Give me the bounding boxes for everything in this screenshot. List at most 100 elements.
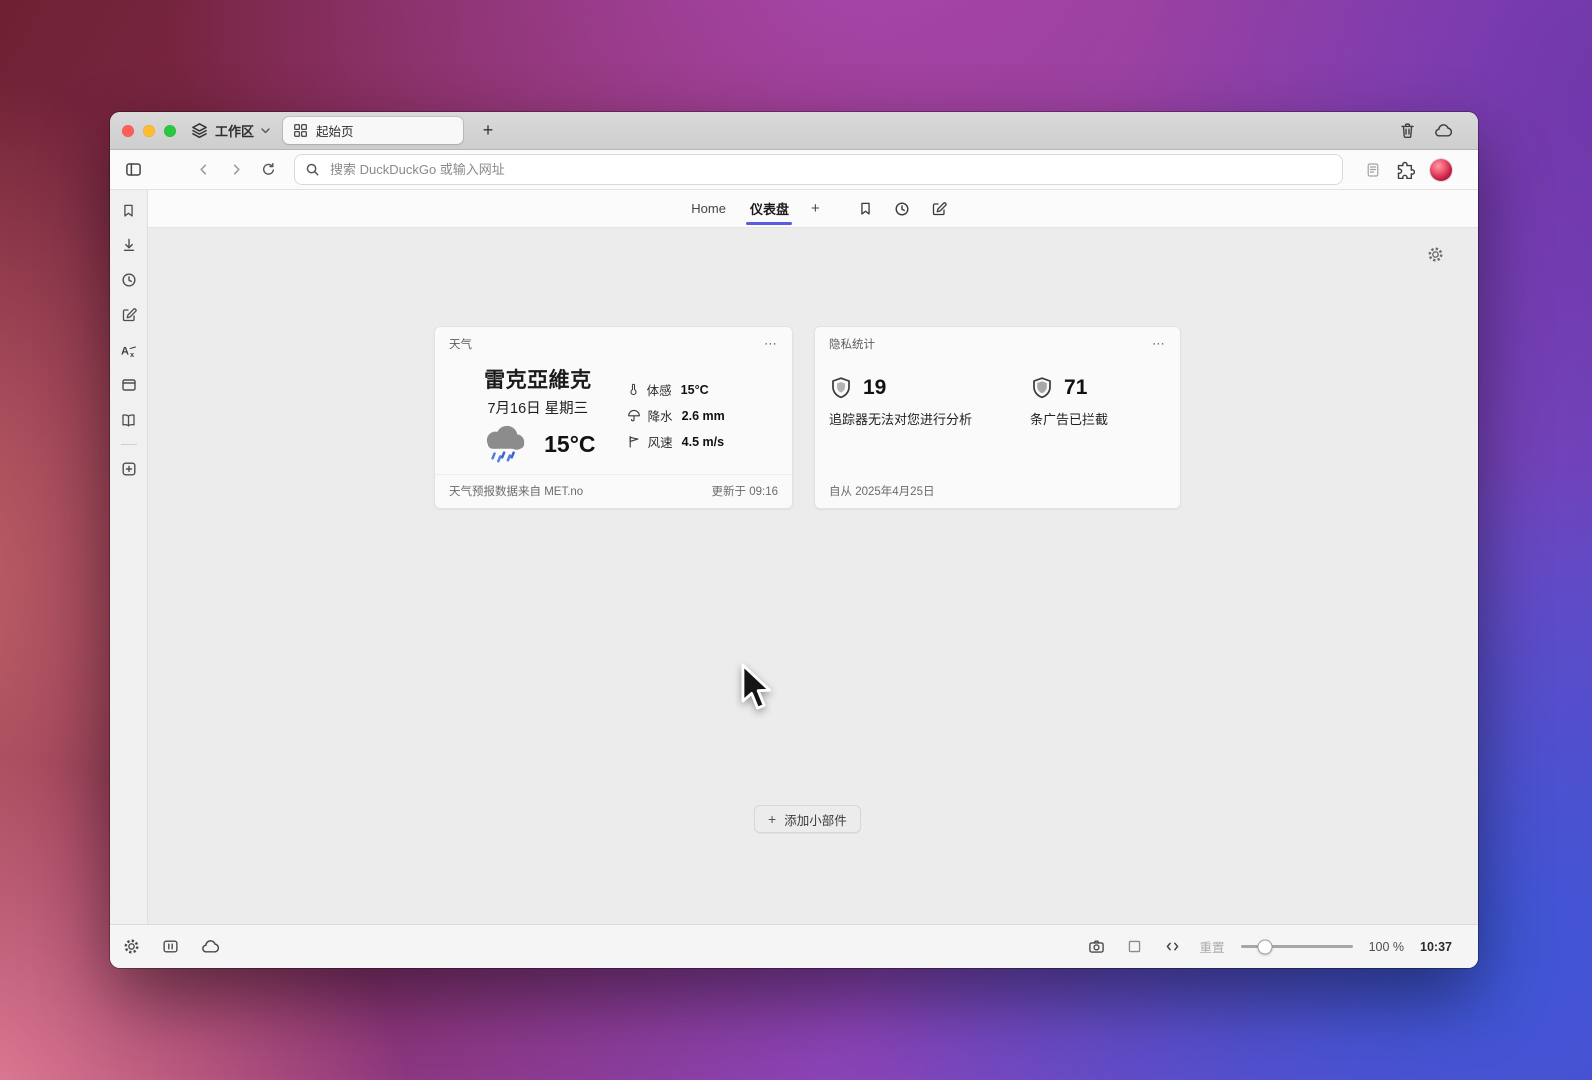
tab-start-page[interactable]: 起始页: [283, 117, 464, 144]
privacy-since: 自从 2025年4月25日: [829, 486, 935, 498]
ads-label: 条广告已拦截: [1030, 412, 1109, 427]
weather-detail-label: 体感: [646, 384, 672, 398]
new-tab-button[interactable]: +: [475, 118, 501, 144]
umbrella-icon: [627, 408, 641, 423]
add-panel-icon[interactable]: [120, 460, 138, 478]
trackers-label: 追踪器无法对您进行分析: [829, 412, 973, 427]
translate-icon[interactable]: A x: [120, 341, 138, 359]
chevron-down-icon: [261, 127, 270, 134]
history-clock-icon[interactable]: [120, 271, 138, 289]
search-icon: [305, 162, 320, 177]
trackers-stat: 19 追踪器无法对您进行分析: [829, 376, 972, 428]
bookmark-icon[interactable]: [858, 201, 873, 216]
code-icon[interactable]: [1162, 936, 1184, 958]
sidebar-divider: [120, 444, 137, 445]
left-sidebar: A x: [110, 190, 148, 924]
workspace-selector[interactable]: 工作区: [191, 121, 270, 140]
shield-icon: [1030, 376, 1054, 400]
split-view-icon[interactable]: [159, 936, 181, 958]
thermometer-icon: [627, 382, 640, 397]
privacy-stats-widget: 隐私统计 ⋯ 19 追踪器无法对您进行分析 71 条广告已拦截 自从 2025年…: [814, 326, 1181, 509]
trash-icon[interactable]: [1399, 122, 1416, 139]
bookmark-icon[interactable]: [120, 201, 138, 219]
reload-button[interactable]: [255, 157, 281, 183]
dashboard-canvas: 天气 ⋯ 雷克亞維克 7月16日 星期三 15°C 体感 15°C 降水 2.6…: [148, 228, 1478, 924]
window-panel-icon[interactable]: [120, 376, 138, 394]
zoom-level: 100 %: [1368, 939, 1405, 954]
add-dashboard-tab-button[interactable]: +: [801, 200, 830, 217]
shield-icon: [829, 376, 853, 400]
weather-updated: 更新于 09:16: [711, 486, 778, 498]
url-search-bar[interactable]: [294, 154, 1343, 185]
cloud-sync-icon[interactable]: [1433, 122, 1452, 139]
cloud-icon[interactable]: [198, 936, 220, 958]
weather-detail-value: 15°C: [680, 382, 709, 397]
startpage-tabbar: Home 仪表盘 +: [148, 190, 1478, 228]
forward-button[interactable]: [223, 157, 249, 183]
rain-cloud-icon: [480, 422, 532, 466]
zoom-slider[interactable]: [1240, 939, 1353, 954]
frame-select-icon[interactable]: [1124, 936, 1146, 958]
extensions-puzzle-icon[interactable]: [1396, 160, 1415, 179]
weather-detail-label: 风速: [647, 436, 673, 450]
back-button[interactable]: [190, 157, 216, 183]
weather-detail-label: 降水: [647, 410, 673, 424]
workspace-label: 工作区: [215, 124, 255, 139]
weather-detail-row: 风速 4.5 m/s: [627, 432, 778, 451]
weather-widget: 天气 ⋯ 雷克亞維克 7月16日 星期三 15°C 体感 15°C 降水 2.6…: [434, 326, 793, 509]
navigation-bar: [110, 150, 1478, 190]
tab-home[interactable]: Home: [679, 190, 738, 227]
download-icon[interactable]: [120, 236, 138, 254]
weather-city: 雷克亞維克: [484, 369, 592, 392]
grid-icon: [293, 123, 308, 138]
reader-book-icon[interactable]: [120, 411, 138, 429]
edit-pencil-icon[interactable]: [931, 201, 947, 217]
close-window-button[interactable]: [122, 124, 134, 137]
sidebar-toggle-icon[interactable]: [120, 157, 146, 183]
privacy-widget-menu-button[interactable]: ⋯: [1152, 337, 1166, 350]
weather-detail-value: 4.5 m/s: [681, 434, 725, 449]
ads-count: 71: [1064, 376, 1088, 399]
weather-detail-row: 降水 2.6 mm: [627, 406, 778, 425]
tab-dashboard-label: 仪表盘: [749, 202, 789, 217]
tab-title: 起始页: [316, 125, 354, 139]
desktop-background: 工作区 起始页 + 搜索 DuckDuckGo 或输入网址 A x Home 仪…: [0, 0, 1592, 1080]
account-avatar[interactable]: [1430, 158, 1452, 181]
status-bar: 重置 100 % 10:37: [110, 924, 1478, 968]
ads-stat: 71 条广告已拦截: [1030, 376, 1108, 428]
zoom-slider-knob[interactable]: [1257, 939, 1273, 954]
settings-gear-icon[interactable]: [120, 936, 142, 958]
active-tab-underline: [746, 222, 793, 225]
weather-source: 天气预报数据来自 MET.no: [449, 486, 584, 498]
screenshot-camera-icon[interactable]: [1086, 936, 1108, 958]
weather-detail-value: 2.6 mm: [681, 408, 725, 423]
add-widget-button[interactable]: + 添加小部件: [754, 805, 861, 833]
svg-text:A: A: [121, 345, 129, 357]
mouse-cursor: [739, 663, 773, 713]
weather-date: 7月16日 星期三: [487, 401, 589, 417]
plus-icon: +: [768, 811, 777, 827]
clock-time: 10:37: [1420, 939, 1452, 954]
svg-text:x: x: [130, 350, 135, 358]
add-widget-label: 添加小部件: [784, 813, 847, 828]
weather-widget-title: 天气: [449, 339, 472, 351]
tab-home-label: Home: [691, 201, 726, 216]
translate-page-icon[interactable]: [1365, 162, 1381, 178]
traffic-lights: [122, 124, 176, 137]
tab-dashboard[interactable]: 仪表盘: [738, 190, 801, 227]
layers-icon: [191, 122, 208, 139]
search-input[interactable]: [328, 161, 1332, 178]
weather-detail-row: 体感 15°C: [627, 380, 778, 399]
weather-temperature: 15°C: [544, 430, 596, 457]
privacy-widget-title: 隐私统计: [829, 339, 875, 351]
minimize-window-button[interactable]: [143, 124, 155, 137]
dashboard-settings-gear-icon[interactable]: [1427, 246, 1444, 263]
wind-flag-icon: [627, 434, 641, 449]
weather-widget-menu-button[interactable]: ⋯: [764, 337, 778, 350]
notes-edit-icon[interactable]: [120, 306, 138, 324]
zoom-window-button[interactable]: [164, 124, 176, 137]
clock-icon[interactable]: [894, 201, 910, 217]
zoom-reset-button[interactable]: 重置: [1200, 937, 1225, 956]
trackers-count: 19: [863, 376, 887, 399]
titlebar: 工作区 起始页 +: [110, 112, 1478, 150]
